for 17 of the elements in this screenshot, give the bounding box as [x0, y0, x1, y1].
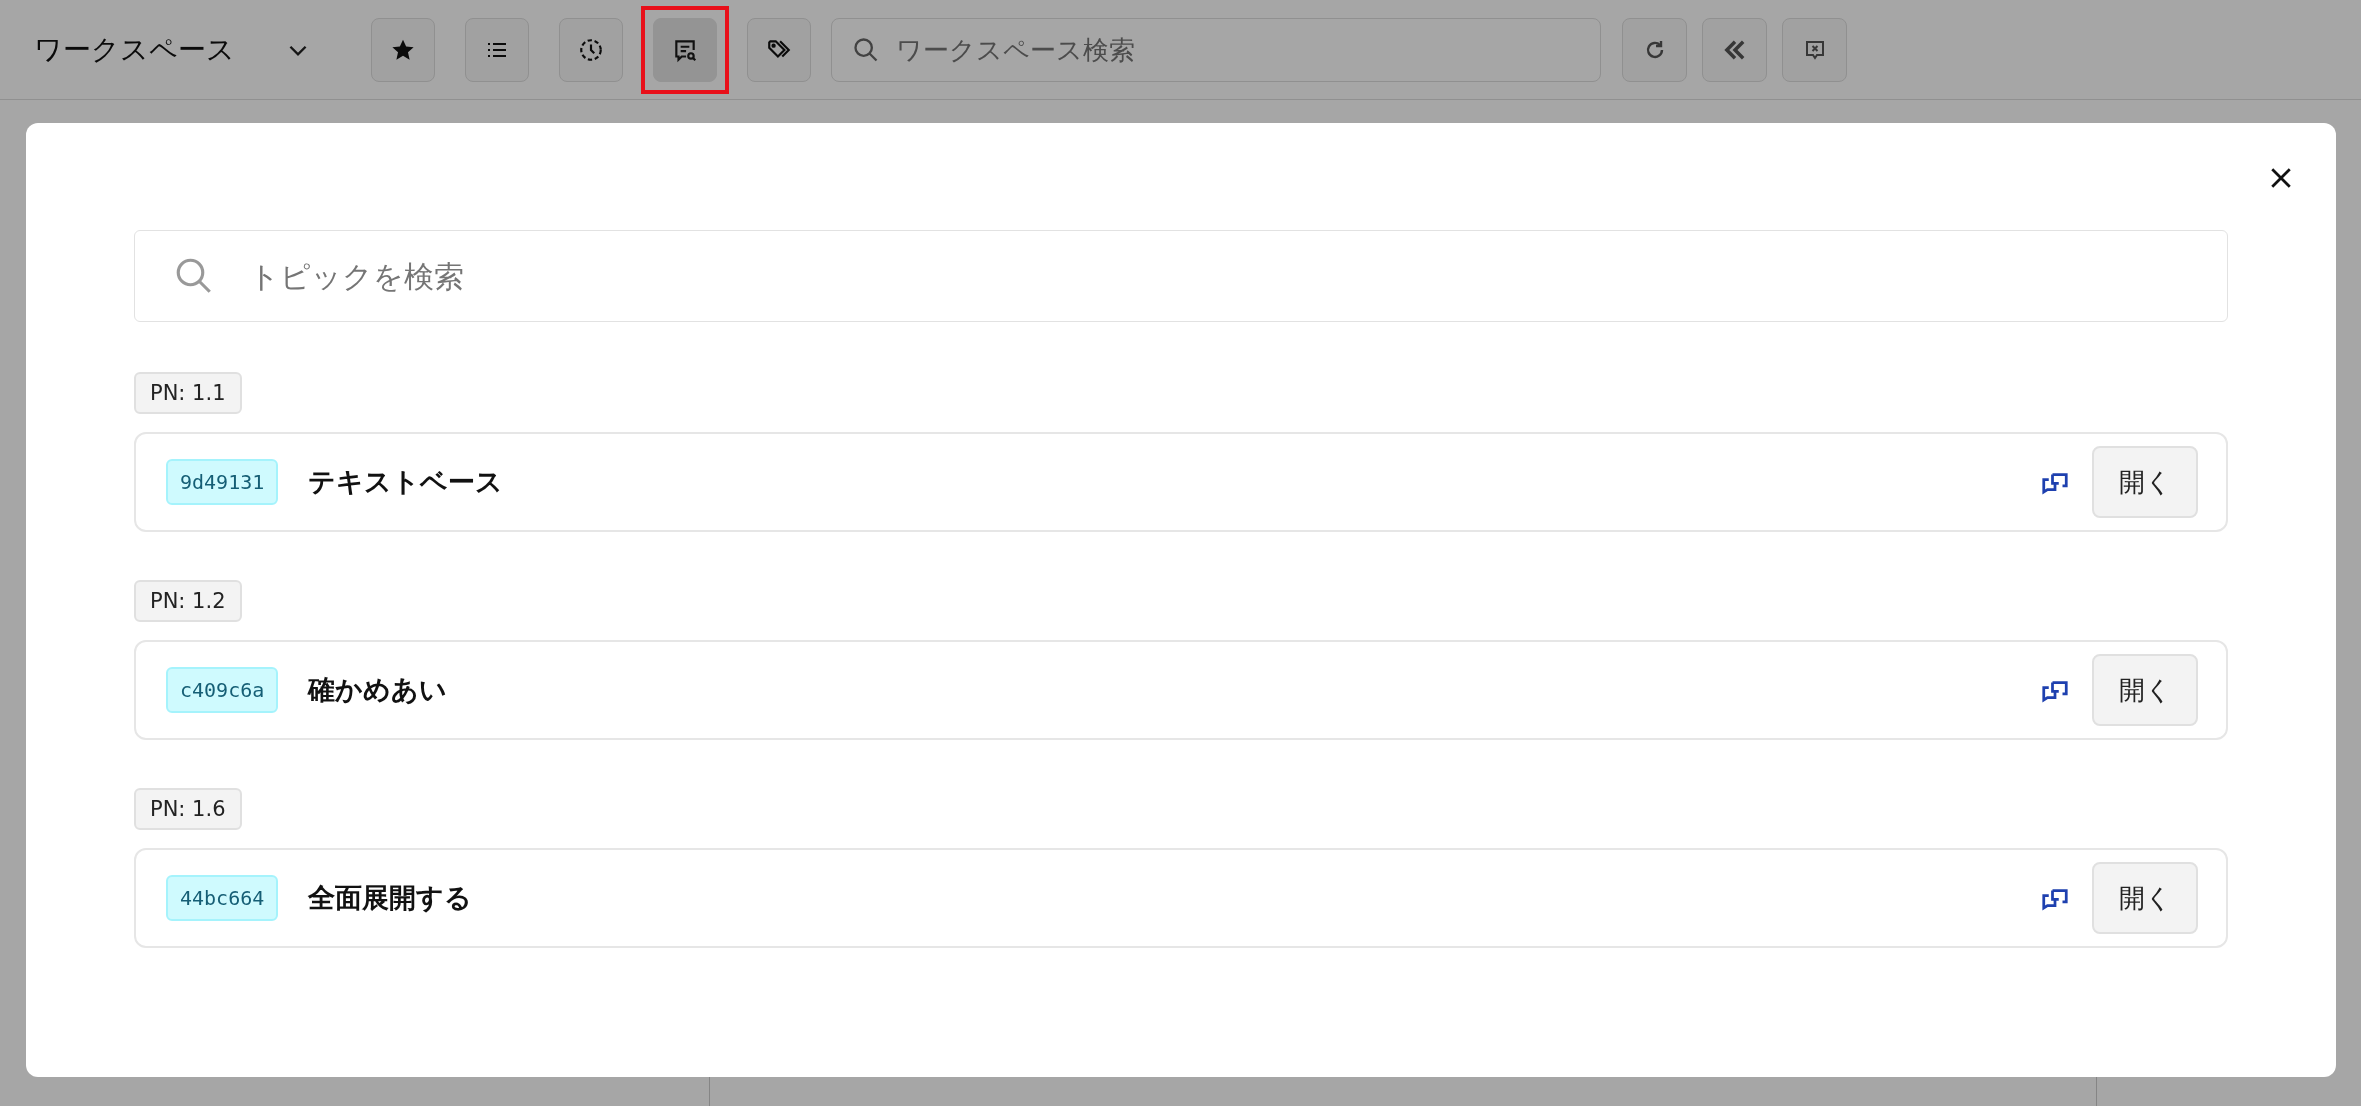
- version-tag: PN: 1.2: [134, 580, 242, 622]
- open-button[interactable]: 開く: [2092, 446, 2198, 518]
- workspace-title[interactable]: ワークスペース: [34, 30, 235, 69]
- workspace-search-input[interactable]: ワークスペース検索: [894, 33, 1600, 66]
- open-button[interactable]: 開く: [2092, 654, 2198, 726]
- workspace-search-field[interactable]: ワークスペース検索: [831, 17, 1601, 82]
- topic-id: 44bc664: [166, 875, 279, 921]
- version-tag: PN: 1.6: [134, 788, 242, 830]
- topic-search-input[interactable]: トピックを検索: [247, 257, 2227, 295]
- topic-title: 全面展開する: [308, 881, 474, 915]
- open-button[interactable]: 開く: [2092, 862, 2198, 934]
- topic-title: テキストベース: [308, 465, 505, 499]
- topic-id: 9d49131: [166, 459, 279, 505]
- topic-id: c409c6a: [166, 667, 279, 713]
- topic-title: 確かめあい: [308, 673, 449, 707]
- version-tag: PN: 1.1: [134, 372, 242, 414]
- topic-search-field[interactable]: トピックを検索: [134, 230, 2228, 322]
